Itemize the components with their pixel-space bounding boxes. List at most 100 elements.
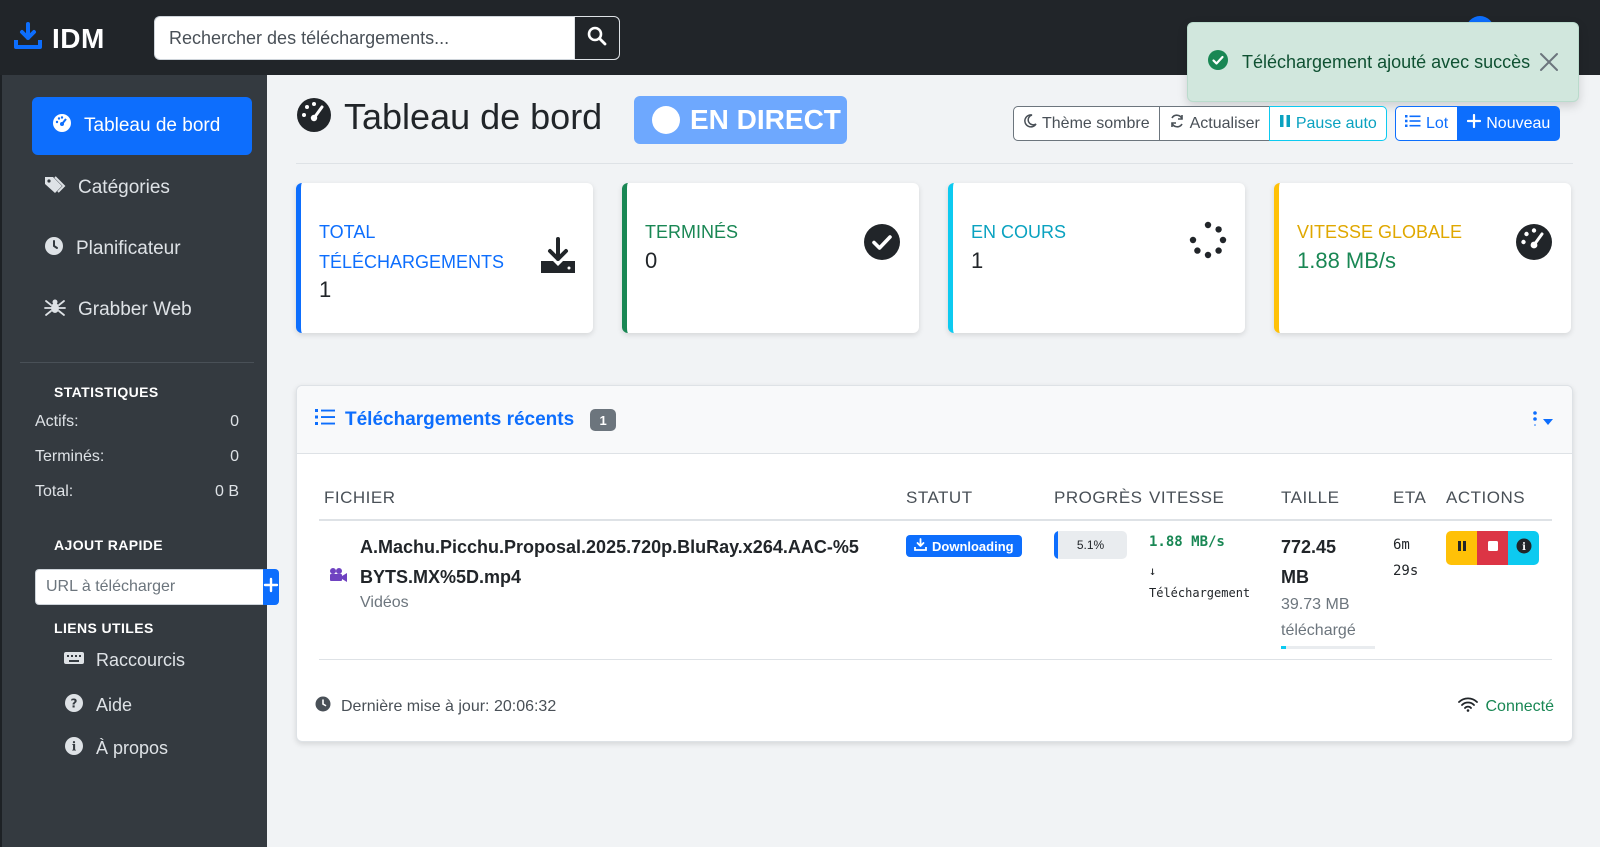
question-icon: ? [64, 693, 84, 718]
panel-title: Téléchargements récents 1 [315, 408, 617, 432]
recent-downloads-panel: Téléchargements récents 1 FICHIER STATUT… [296, 385, 1573, 742]
stop-button[interactable] [1477, 531, 1508, 565]
tags-icon [44, 175, 66, 201]
panel-header: Téléchargements récents 1 [297, 386, 1572, 454]
link-about[interactable]: i À propos [64, 736, 168, 761]
progress-bar: 5.1% [1054, 531, 1127, 559]
spider-icon [44, 297, 66, 323]
header-divider [319, 519, 1552, 521]
progress-text: 5.1% [1076, 538, 1105, 552]
card-label: VITESSE GLOBALE [1297, 222, 1463, 242]
search-button[interactable] [574, 16, 620, 60]
status-label: Downloading [932, 538, 1014, 554]
link-label: Raccourcis [96, 650, 186, 670]
card-label: TERMINÉS [645, 222, 739, 242]
info-button[interactable]: i [1508, 531, 1539, 565]
plus-icon [1467, 113, 1482, 133]
sidebar-item-scheduler[interactable]: Planificateur [24, 220, 244, 278]
link-shortcuts[interactable]: Raccourcis [64, 650, 185, 671]
live-badge: EN DIRECT [634, 96, 847, 144]
svg-text:?: ? [71, 697, 78, 711]
pause-icon [1279, 114, 1291, 133]
pause-auto-label: Pause auto [1295, 114, 1377, 132]
column-header-speed: VITESSE [1149, 488, 1225, 507]
success-toast: Téléchargement ajouté avec succès [1187, 22, 1579, 102]
count-badge: 1 [590, 409, 617, 431]
search-icon [587, 26, 607, 51]
sidebar-divider [20, 362, 254, 363]
last-update: Dernière mise à jour: 20:06:32 [315, 696, 556, 717]
batch-button[interactable]: Lot [1395, 106, 1459, 141]
quick-add-button[interactable] [263, 569, 279, 605]
dark-theme-button[interactable]: Thème sombre [1013, 106, 1160, 141]
column-header-eta: ETA [1393, 488, 1427, 507]
card-value: 1 [971, 248, 984, 273]
refresh-button[interactable]: Actualiser [1158, 106, 1270, 141]
pause-auto-button[interactable]: Pause auto [1268, 106, 1387, 141]
card-label: TOTAL TÉLÉCHARGEMENTS [319, 222, 505, 272]
connection-text: Connecté [1485, 697, 1555, 715]
link-help[interactable]: ? Aide [64, 693, 132, 718]
info-icon: i [1516, 538, 1532, 559]
action-button-group: Lot Nouveau [1395, 106, 1561, 141]
quick-add-url-input[interactable] [35, 569, 263, 605]
column-header-file: FICHIER [324, 488, 396, 507]
view-button-group: Thème sombre Actualiser Pause auto [1013, 106, 1387, 141]
stat-label: Actifs: [35, 413, 79, 430]
pause-icon [1457, 539, 1467, 557]
panel-options-dropdown[interactable] [1532, 410, 1554, 433]
stat-value: 0 [230, 413, 239, 430]
header-divider [296, 163, 1573, 164]
page-title-text: Tableau de bord [344, 96, 603, 137]
stat-card-in-progress: EN COURS 1 [948, 183, 1245, 333]
dashboard-icon [52, 113, 72, 139]
speed-direction: ↓ Téléchargement [1149, 560, 1250, 604]
downloaded-size: 39.73 MB téléchargé [1281, 596, 1356, 639]
sidebar-item-label: Tableau de bord [84, 115, 221, 136]
page-title: Tableau de bord [296, 96, 602, 138]
eta: 6m 29s [1393, 537, 1419, 579]
info-icon: i [64, 736, 84, 761]
clock-icon [44, 236, 64, 262]
search-form [154, 16, 620, 60]
video-file-icon [328, 567, 348, 588]
pause-button[interactable] [1446, 531, 1477, 565]
wifi-icon [1457, 696, 1478, 717]
stat-card-completed: TERMINÉS 0 [622, 183, 919, 333]
chevron-down-icon [1542, 413, 1554, 431]
keyboard-icon [64, 650, 84, 671]
quick-add-heading: AJOUT RAPIDE [54, 537, 164, 553]
download-icon [539, 237, 577, 280]
search-input[interactable] [154, 16, 574, 60]
column-header-progress: PROGRÈS [1054, 488, 1143, 507]
batch-label: Lot [1426, 114, 1449, 132]
size-progress-fill [1281, 646, 1286, 649]
brand[interactable]: IDM [14, 22, 105, 55]
sidebar-item-dashboard[interactable]: Tableau de bord [32, 97, 252, 155]
sidebar: Tableau de bord Catégories Planificateur… [0, 75, 279, 847]
brand-name: IDM [52, 22, 105, 54]
dark-theme-label: Thème sombre [1042, 114, 1150, 132]
new-download-button[interactable]: Nouveau [1457, 106, 1561, 141]
status-badge: Downloading [906, 535, 1022, 557]
file-name[interactable]: A.Machu.Picchu.Proposal.2025.720p.BluRay… [360, 532, 870, 592]
moon-icon [1023, 114, 1037, 133]
sidebar-item-web-grabber[interactable]: Grabber Web [24, 281, 244, 339]
column-header-status: STATUT [906, 488, 973, 507]
link-label: Aide [96, 695, 133, 715]
quick-add-form [35, 569, 279, 605]
links-heading: LIENS UTILES [54, 620, 154, 636]
close-icon[interactable] [1536, 49, 1562, 75]
sidebar-item-categories[interactable]: Catégories [24, 159, 244, 217]
speedometer-icon [296, 97, 332, 138]
sidebar-item-label: Planificateur [76, 238, 181, 259]
stat-card-global-speed: VITESSE GLOBALE 1.88 MB/s [1274, 183, 1571, 333]
column-header-actions: ACTIONS [1446, 488, 1526, 507]
stat-label: Terminés: [35, 448, 105, 465]
check-circle-icon [1208, 49, 1228, 75]
speedometer-icon [1515, 223, 1553, 266]
new-download-label: Nouveau [1486, 114, 1551, 132]
link-label: À propos [96, 738, 169, 758]
plus-icon [263, 577, 279, 598]
stat-card-total: TOTAL TÉLÉCHARGEMENTS 1 [296, 183, 593, 333]
